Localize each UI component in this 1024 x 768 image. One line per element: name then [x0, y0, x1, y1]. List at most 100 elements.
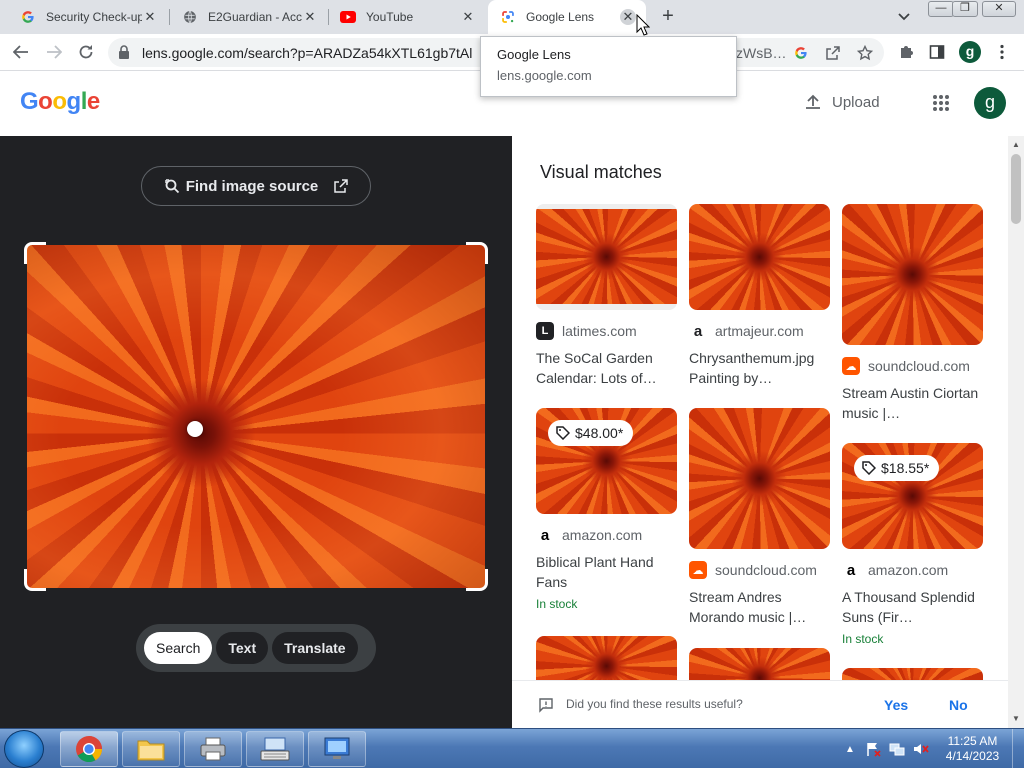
close-tab-icon[interactable]: ✕: [620, 9, 636, 25]
google-lens-icon: [500, 9, 516, 25]
google-g-icon: [20, 9, 36, 25]
selected-image-chrysanthemum[interactable]: [27, 245, 485, 588]
account-avatar[interactable]: g: [974, 87, 1006, 119]
result-thumbnail[interactable]: [689, 408, 830, 549]
crop-handle-top-right[interactable]: [466, 242, 488, 264]
result-card[interactable]: L latimes.com The SoCal Garden Calendar:…: [536, 204, 677, 388]
result-source-label: amazon.com: [868, 562, 949, 578]
result-thumbnail[interactable]: $48.00*: [536, 408, 677, 514]
result-title[interactable]: Chrysanthemum.jpg Painting by…: [689, 348, 830, 388]
price-value: $48.00*: [575, 425, 624, 441]
image-pane: Find image source Search Text Translate: [0, 136, 512, 728]
amazon-favicon-icon: a: [842, 561, 860, 579]
result-title[interactable]: The SoCal Garden Calendar: Lots of…: [536, 348, 677, 388]
back-arrow-icon[interactable]: [11, 42, 31, 62]
mode-text-button[interactable]: Text: [216, 632, 269, 664]
price-tag-icon: [862, 461, 876, 475]
result-card[interactable]: ☁ soundcloud.com Stream Austin Ciortan m…: [842, 204, 983, 423]
mode-translate-button[interactable]: Translate: [272, 632, 358, 664]
crop-handle-bottom-left[interactable]: [24, 569, 46, 591]
show-desktop-button[interactable]: [1012, 729, 1024, 768]
result-thumbnail[interactable]: $18.55*: [842, 443, 983, 549]
result-card[interactable]: ☁ soundcloud.com Stream Andres Morando m…: [689, 408, 830, 627]
result-source[interactable]: a amazon.com: [536, 526, 677, 544]
taskbar-remote-desktop[interactable]: [308, 731, 366, 767]
result-card[interactable]: a artmajeur.com Chrysanthemum.jpg Painti…: [689, 204, 830, 388]
scrollbar-thumb[interactable]: [1011, 154, 1021, 224]
more-vertical-icon[interactable]: [993, 43, 1011, 61]
taskbar-keyboard[interactable]: [246, 731, 304, 767]
result-thumbnail[interactable]: [536, 204, 677, 310]
side-panel-icon[interactable]: [928, 43, 946, 61]
result-title[interactable]: Biblical Plant Hand Fans: [536, 552, 677, 592]
result-source[interactable]: ☁ soundcloud.com: [842, 357, 983, 375]
scroll-down-arrow-icon[interactable]: ▼: [1012, 714, 1020, 723]
tab-security-checkup[interactable]: Security Check-up ✕: [8, 0, 168, 34]
forward-arrow-icon[interactable]: [44, 42, 64, 62]
restore-window-button[interactable]: ❐: [952, 1, 978, 17]
extensions-puzzle-icon[interactable]: [897, 43, 915, 61]
result-title[interactable]: Stream Andres Morando music |…: [689, 587, 830, 627]
taskbar-file-explorer[interactable]: [122, 731, 180, 767]
feedback-no-button[interactable]: No: [949, 697, 968, 713]
taskbar-clock[interactable]: 11:25 AM 4/14/2023: [935, 734, 1010, 764]
close-tab-icon[interactable]: ✕: [460, 9, 476, 25]
google-g-icon[interactable]: [792, 44, 810, 62]
network-icon[interactable]: [889, 741, 905, 757]
result-source[interactable]: a artmajeur.com: [689, 322, 830, 340]
bookmark-star-icon[interactable]: [856, 44, 874, 62]
upload-button[interactable]: Upload: [804, 93, 880, 111]
result-source[interactable]: ☁ soundcloud.com: [689, 561, 830, 579]
windows-start-button[interactable]: [4, 730, 44, 768]
latimes-favicon-icon: L: [536, 322, 554, 340]
result-title[interactable]: Stream Austin Ciortan music |…: [842, 383, 983, 423]
google-apps-grid-icon[interactable]: [932, 94, 950, 112]
new-tab-button[interactable]: +: [656, 6, 680, 28]
volume-muted-icon[interactable]: [913, 741, 929, 757]
reload-icon[interactable]: [76, 42, 96, 62]
close-tab-icon[interactable]: ✕: [142, 9, 158, 25]
scroll-up-arrow-icon[interactable]: ▲: [1012, 140, 1020, 149]
result-source-label: latimes.com: [562, 323, 637, 339]
close-tab-icon[interactable]: ✕: [302, 9, 318, 25]
profile-avatar[interactable]: g: [959, 41, 981, 63]
result-source-label: soundcloud.com: [715, 562, 817, 578]
crop-handle-top-left[interactable]: [24, 242, 46, 264]
mode-search-button[interactable]: Search: [144, 632, 213, 664]
result-source[interactable]: L latimes.com: [536, 322, 677, 340]
tab-e2guardian[interactable]: E2Guardian - Access ✕: [170, 0, 328, 34]
feedback-bar: Did you find these results useful? Yes N…: [512, 680, 1008, 728]
object-focus-dot[interactable]: [187, 421, 203, 437]
feedback-yes-button[interactable]: Yes: [884, 697, 908, 713]
result-card[interactable]: $18.55* a amazon.com A Thousand Splendid…: [842, 443, 983, 646]
stock-status: In stock: [536, 597, 578, 611]
result-title[interactable]: A Thousand Splendid Suns (Fir…: [842, 587, 983, 627]
tab-title: YouTube: [366, 10, 414, 24]
tab-youtube[interactable]: YouTube ✕: [328, 0, 486, 34]
close-window-button[interactable]: ✕: [982, 1, 1016, 17]
share-icon[interactable]: [824, 44, 842, 62]
minimize-window-button[interactable]: —: [928, 1, 954, 17]
taskbar-printer[interactable]: [184, 731, 242, 767]
find-image-source-button[interactable]: Find image source: [141, 166, 371, 206]
results-pane: Visual matches L latimes.com The SoCal G…: [512, 136, 1008, 728]
lock-icon[interactable]: [118, 45, 130, 64]
result-source[interactable]: a amazon.com: [842, 561, 983, 579]
tab-google-lens[interactable]: Google Lens ✕: [488, 0, 646, 34]
url-text-tail[interactable]: zWsB…: [736, 45, 787, 61]
results-scrollbar[interactable]: ▲ ▼: [1008, 136, 1024, 728]
show-hidden-icons-chevron-icon[interactable]: ▲: [845, 744, 855, 755]
feedback-question: Did you find these results useful?: [566, 697, 743, 711]
visual-matches-heading: Visual matches: [540, 162, 662, 182]
url-text[interactable]: lens.google.com/search?p=ARADZa54kXTL61g…: [142, 45, 472, 61]
result-thumbnail[interactable]: [689, 204, 830, 310]
result-thumbnail[interactable]: [842, 204, 983, 345]
google-logo[interactable]: Google: [20, 88, 100, 116]
clock-time: 11:25 AM: [947, 734, 998, 748]
price-tag-icon: [556, 426, 570, 440]
crop-handle-bottom-right[interactable]: [466, 569, 488, 591]
result-card[interactable]: $48.00* a amazon.com Biblical Plant Hand…: [536, 408, 677, 611]
action-center-flag-icon[interactable]: [865, 741, 881, 757]
taskbar-chrome[interactable]: [60, 731, 118, 767]
tab-search-chevron-icon[interactable]: [895, 8, 913, 26]
